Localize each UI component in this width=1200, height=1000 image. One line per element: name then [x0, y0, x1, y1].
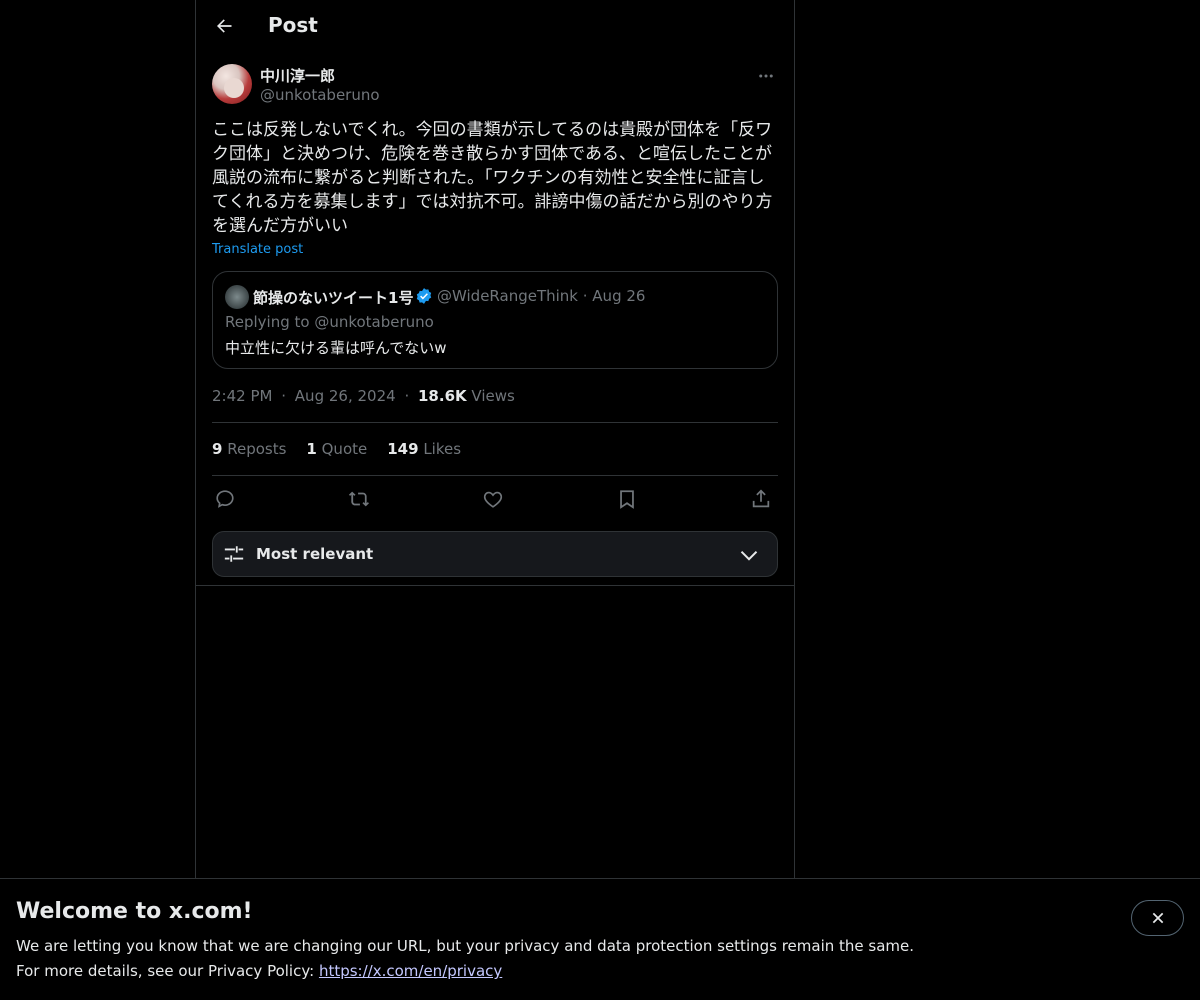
bookmark-button[interactable] [614, 486, 640, 512]
sort-label: Most relevant [256, 545, 374, 563]
url-change-banner: Welcome to x.com! We are letting you kno… [0, 878, 1200, 1000]
likes-count: 149 [387, 440, 419, 458]
banner-privacy-text: For more details, see our Privacy Policy… [16, 962, 319, 980]
reposts-stat[interactable]: 9 Reposts [212, 440, 286, 458]
post-text: ここは反発しないでくれ。今回の書類が示してるのは貴殿が団体を「反ワ ク団体」と決… [212, 120, 773, 236]
post-time[interactable]: 2:42 PM [212, 387, 272, 405]
privacy-policy-link[interactable]: https://x.com/en/privacy [319, 962, 502, 980]
close-icon [1152, 912, 1163, 924]
reply-sort-dropdown[interactable]: Most relevant [212, 531, 778, 577]
translate-post-link[interactable]: Translate post [212, 242, 303, 257]
more-options-button[interactable] [754, 64, 778, 88]
share-icon [752, 489, 770, 508]
author-handle[interactable]: @unkotaberuno [260, 86, 380, 104]
quotes-stat[interactable]: 1 Quote [306, 440, 367, 458]
banner-title: Welcome to x.com! [16, 899, 253, 924]
divider [212, 422, 778, 423]
bookmark-icon [620, 490, 634, 509]
post-actions [212, 486, 778, 512]
like-button[interactable] [480, 486, 506, 512]
close-banner-button[interactable] [1131, 900, 1184, 936]
repost-icon [348, 491, 369, 507]
post-date[interactable]: Aug 26, 2024 [295, 387, 396, 405]
post-header: Post [196, 0, 794, 53]
reposts-label: Reposts [227, 440, 287, 458]
quoted-display-name: 節操のないツイート1号 [253, 289, 414, 307]
more-horizontal-icon [759, 74, 773, 78]
post-column: Post 中川淳一郎 @unkotaberuno ここは反発しないでくれ。今回の… [195, 0, 795, 878]
quoted-post[interactable]: 節操のないツイート1号 @WideRangeThink · Aug 26 Rep… [212, 271, 778, 369]
views-label: Views [471, 387, 515, 405]
views-count: 18.6K [418, 387, 467, 405]
post-meta: 2:42 PM · Aug 26, 2024 · 18.6K Views [212, 387, 515, 405]
reply-icon [216, 490, 234, 508]
likes-label: Likes [423, 440, 462, 458]
reply-button[interactable] [212, 486, 238, 512]
banner-message: We are letting you know that we are chan… [16, 937, 915, 955]
page-title: Post [268, 13, 318, 37]
post-author: 中川淳一郎 @unkotaberuno [212, 64, 778, 108]
divider [196, 585, 794, 586]
author-display-name[interactable]: 中川淳一郎 [260, 65, 335, 86]
quoted-replying-to: Replying to @unkotaberuno [225, 313, 434, 331]
quotes-label: Quote [321, 440, 368, 458]
chevron-down-icon [740, 550, 758, 561]
quoted-avatar [225, 285, 249, 309]
meta-separator: · [281, 387, 287, 405]
quoted-text: 中立性に欠ける輩は呼んでないw [225, 339, 447, 357]
back-button[interactable] [206, 8, 242, 44]
likes-stat[interactable]: 149 Likes [387, 440, 461, 458]
meta-separator: · [404, 387, 410, 405]
banner-privacy-line: For more details, see our Privacy Policy… [16, 962, 502, 980]
arrow-left-icon [217, 19, 232, 33]
avatar[interactable] [212, 64, 252, 104]
reposts-count: 9 [212, 440, 223, 458]
divider [212, 475, 778, 476]
heart-icon [483, 491, 503, 508]
quotes-count: 1 [306, 440, 317, 458]
verified-badge-icon [416, 288, 432, 304]
repost-button[interactable] [346, 486, 372, 512]
post-stats: 9 Reposts 1 Quote 149 Likes [212, 440, 461, 458]
sort-sliders-icon [224, 546, 244, 562]
share-button[interactable] [748, 486, 774, 512]
quoted-handle-date: @WideRangeThink · Aug 26 [437, 287, 646, 305]
